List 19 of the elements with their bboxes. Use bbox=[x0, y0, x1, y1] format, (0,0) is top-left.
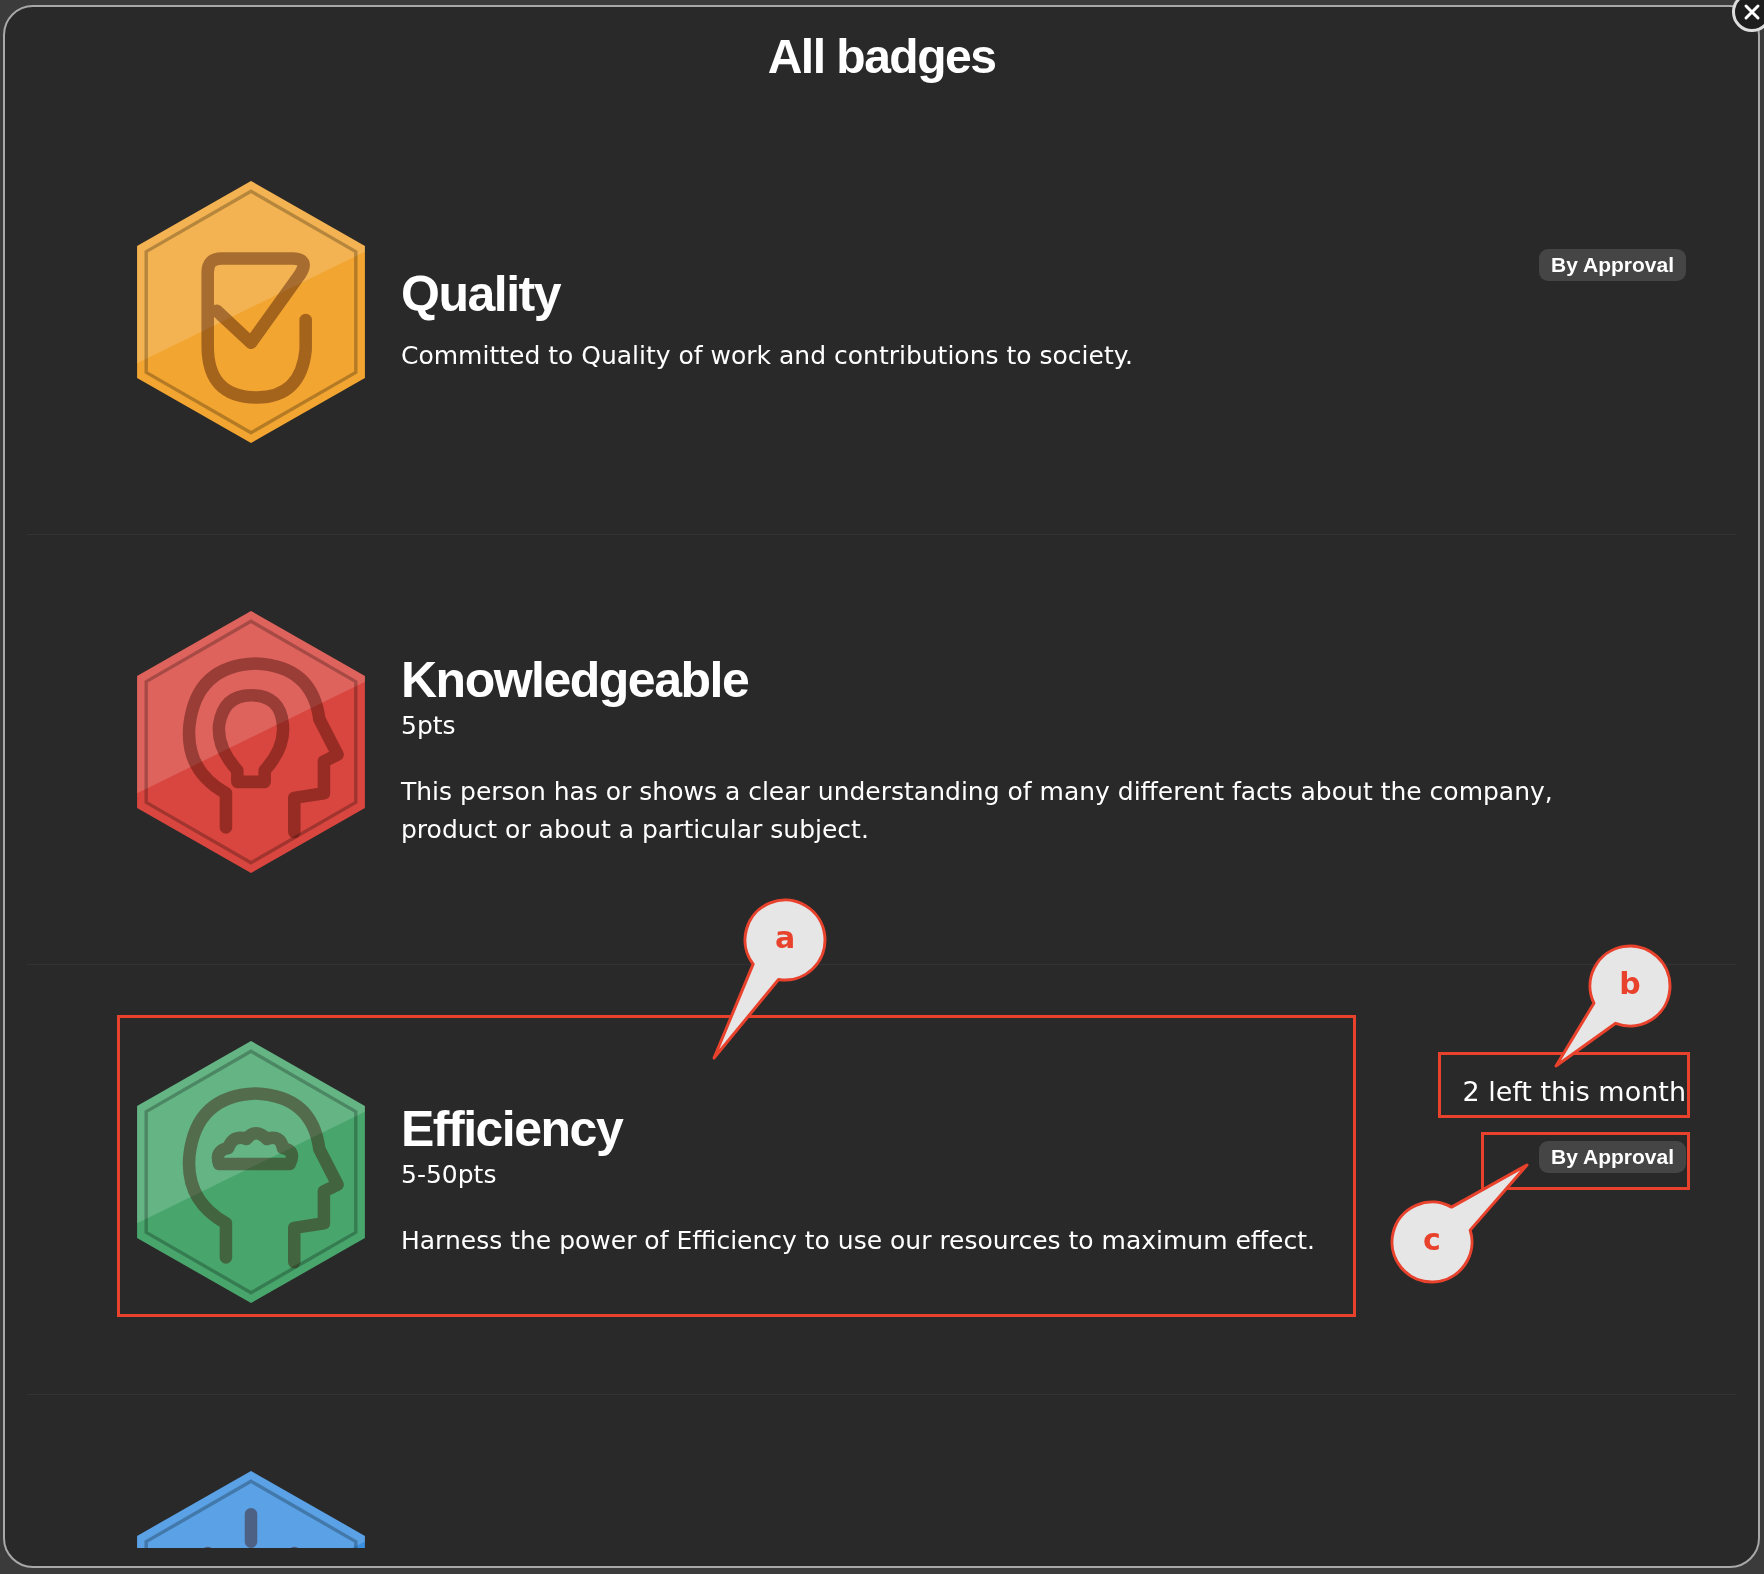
close-icon bbox=[1742, 2, 1762, 22]
dialog-title: All badges bbox=[767, 28, 996, 84]
badge-points: 5pts bbox=[401, 709, 456, 742]
approval-tag: By Approval bbox=[1539, 1141, 1686, 1173]
callout-marker: c bbox=[1389, 1162, 1530, 1285]
badge-name: Efficiency bbox=[401, 1099, 623, 1158]
lightbulb-head-badge-icon bbox=[137, 610, 365, 873]
callout-marker: b bbox=[1553, 943, 1673, 1069]
badge-description: Committed to Quality of work and contributions to society. bbox=[401, 339, 1133, 372]
badge-name: Quality bbox=[401, 264, 560, 323]
brain-head-badge-icon bbox=[137, 1040, 365, 1303]
callout-marker: a bbox=[711, 897, 828, 1061]
badge-description: This person has or shows a clear understanding of many different facts about the company, product or about a particular subject. bbox=[401, 775, 1554, 846]
shield-check-badge-icon bbox=[137, 180, 365, 443]
badge-name: Knowledgeable bbox=[401, 650, 749, 709]
badge-description: Harness the power of Efficiency to use our resources to maximum effect. bbox=[401, 1224, 1315, 1257]
remaining-count: 2 left this month bbox=[1462, 1076, 1686, 1107]
approval-tag: By Approval bbox=[1539, 248, 1686, 281]
badge-points: 5-50pts bbox=[401, 1158, 497, 1191]
